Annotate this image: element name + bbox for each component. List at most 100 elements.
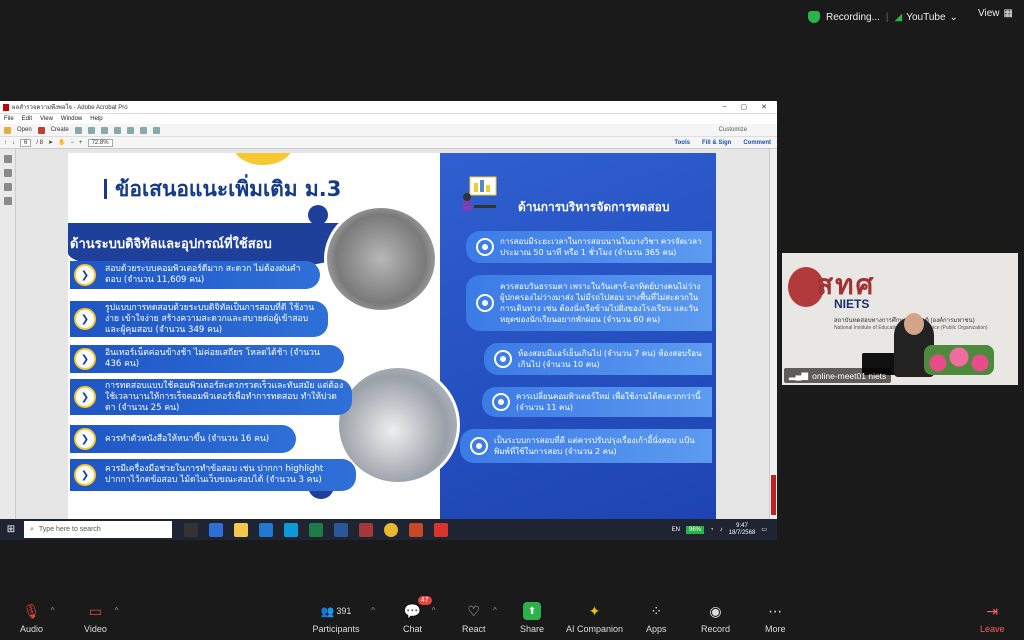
maximize-icon[interactable]: ▢ <box>741 103 748 111</box>
create-button[interactable]: Create <box>51 127 69 133</box>
taskbar-search[interactable]: ⌕ Type here to search <box>24 521 172 538</box>
next-page-icon[interactable]: ↓ <box>12 140 15 146</box>
check-icon: ❯ <box>74 308 96 330</box>
minimize-icon[interactable]: – <box>723 103 727 111</box>
leave-button[interactable]: ⇥ Leave <box>980 602 1005 635</box>
chat-badge: 47 <box>417 596 432 605</box>
menu-window[interactable]: Window <box>61 116 82 122</box>
target-icon <box>492 393 510 411</box>
comment-icon[interactable] <box>126 126 134 134</box>
select-tool-icon[interactable]: ➤ <box>48 139 53 146</box>
stamp-icon[interactable] <box>152 126 160 134</box>
outlook-icon[interactable] <box>259 522 273 537</box>
email-icon[interactable] <box>100 126 108 134</box>
edge-icon[interactable] <box>284 522 298 537</box>
launcher-icon[interactable] <box>209 522 223 537</box>
search-icon: ⌕ <box>30 525 34 533</box>
more-button[interactable]: ⋯ More <box>765 602 786 635</box>
chrome-icon[interactable] <box>384 522 398 537</box>
save-icon[interactable] <box>74 126 82 134</box>
chat-button[interactable]: 💬 47 ^ Chat <box>403 596 436 634</box>
list-item: ❯ ควรมีเครื่องมือช่วยในการทำข้อสอบ เช่น … <box>70 459 356 491</box>
signature-icon[interactable] <box>4 197 12 205</box>
menu-file[interactable]: File <box>4 116 14 122</box>
taskbar-clock[interactable]: 9:47 18/7/2568 <box>729 523 756 537</box>
menu-edit[interactable]: Edit <box>22 116 32 122</box>
tools-tab[interactable]: Tools <box>674 140 690 146</box>
print-icon[interactable] <box>87 126 95 134</box>
fill-sign-tab[interactable]: Fill & Sign <box>702 140 731 146</box>
audio-button[interactable]: 🎙 ^ Audio <box>20 602 55 635</box>
react-label: React <box>462 624 486 634</box>
windows-start-icon[interactable]: ⊞ <box>0 519 22 540</box>
video-off-icon: ▭ ^ <box>88 602 119 619</box>
task-view-icon[interactable] <box>184 522 198 537</box>
participants-icon: 👥 391 ^ <box>320 605 375 618</box>
clock-date: 18/7/2568 <box>728 529 756 536</box>
apps-button[interactable]: ⁘ Apps <box>646 602 667 635</box>
record-button[interactable]: ◉ Record <box>701 602 731 635</box>
notification-icon[interactable]: ▭ <box>761 526 767 533</box>
open-button[interactable]: Open <box>17 127 32 133</box>
menu-view[interactable]: View <box>40 116 53 122</box>
niets-label: NIETS <box>834 297 870 311</box>
comment-tab[interactable]: Comment <box>743 140 771 146</box>
file-explorer-icon[interactable] <box>234 522 248 537</box>
audio-label: Audio <box>20 624 44 634</box>
record-label: Record <box>701 624 731 634</box>
ai-companion-button[interactable]: ✦ AI Companion <box>566 602 623 635</box>
acrobat-menubar: File Edit View Window Help <box>0 114 777 124</box>
share-button[interactable]: ⬆ Share <box>520 602 544 634</box>
vertical-scrollbar[interactable] <box>769 149 777 519</box>
powerpoint-icon[interactable] <box>409 522 423 537</box>
slide-page: ข้อเสนอแนะเพิ่มเติม ม.3 ด้านระบบดิจิทัลแ… <box>68 153 716 519</box>
attachments-icon[interactable] <box>4 183 12 191</box>
clock-time: 9:47 <box>736 522 748 529</box>
customize-button[interactable]: Customize <box>719 127 747 133</box>
video-button[interactable]: ▭ ^ Video <box>84 602 119 635</box>
signal-bars-icon: ▂▄▆ <box>789 370 809 380</box>
access-icon[interactable] <box>359 522 373 537</box>
edit-icon[interactable] <box>113 126 121 134</box>
target-icon <box>476 238 494 256</box>
left-section-heading: ด้านระบบดิจิทัลและอุปกรณ์ที่ใช้สอบ <box>70 237 272 252</box>
recording-label: Recording... <box>826 11 880 23</box>
recording-status[interactable]: Recording... | ◢ YouTube ⌄ <box>808 8 958 26</box>
chat-label: Chat <box>403 624 423 634</box>
page-number-field[interactable]: 6 <box>20 138 32 147</box>
target-icon <box>476 294 494 312</box>
language-indicator[interactable]: EN <box>672 527 680 533</box>
view-button[interactable]: View ▦ <box>978 8 1013 19</box>
hand-tool-icon[interactable]: ✋ <box>58 139 65 146</box>
sparkle-icon: ✦ <box>588 602 601 619</box>
youtube-status[interactable]: ◢ YouTube ⌄ <box>895 12 958 23</box>
list-item: การสอบมีระยะเวลาในการสอบนานในบางวิชา ควร… <box>466 231 712 263</box>
close-icon[interactable]: ✕ <box>761 103 767 111</box>
pages-icon[interactable] <box>4 155 12 163</box>
participants-button[interactable]: 👥 391 ^ Participants <box>311 602 375 635</box>
shared-screen: ผลสำรวจความพึงพอใจ - Adobe Acrobat Pro –… <box>0 101 777 540</box>
pdf-icon <box>3 103 9 111</box>
folder-icon <box>4 126 11 134</box>
list-item: ควรสอบวันธรรมดา เพราะในวันเสาร์-อาทิตย์บ… <box>466 275 712 331</box>
battery-indicator[interactable]: 96% <box>685 525 704 534</box>
prev-page-icon[interactable]: ↑ <box>4 140 7 146</box>
volume-icon[interactable]: ♪ <box>720 527 723 533</box>
bookmarks-icon[interactable] <box>4 169 12 177</box>
zoom-in-icon[interactable]: + <box>79 140 83 146</box>
highlight-icon[interactable] <box>139 126 147 134</box>
excel-icon[interactable] <box>309 522 323 537</box>
acrobat-icon[interactable] <box>434 522 448 537</box>
react-button[interactable]: ♡ ^ React <box>462 602 497 635</box>
menu-help[interactable]: Help <box>90 116 102 122</box>
wifi-icon[interactable]: ◔ <box>710 527 714 533</box>
check-icon: ❯ <box>74 386 96 408</box>
word-icon[interactable] <box>334 522 348 537</box>
zoom-out-icon[interactable]: − <box>71 140 75 146</box>
participant-video[interactable]: สทศ NIETS สถาบันทดสอบทางการศึกษาแห่งชาติ… <box>782 253 1018 385</box>
check-icon: ❯ <box>74 348 96 370</box>
participants-label: Participants <box>312 624 360 634</box>
youtube-label: YouTube <box>906 11 946 23</box>
list-item: ❯ การทดสอบแบบใช้คอมพิวเตอร์สะดวกรวดเร็วแ… <box>70 379 352 415</box>
zoom-field[interactable]: 72.8% <box>87 138 113 147</box>
